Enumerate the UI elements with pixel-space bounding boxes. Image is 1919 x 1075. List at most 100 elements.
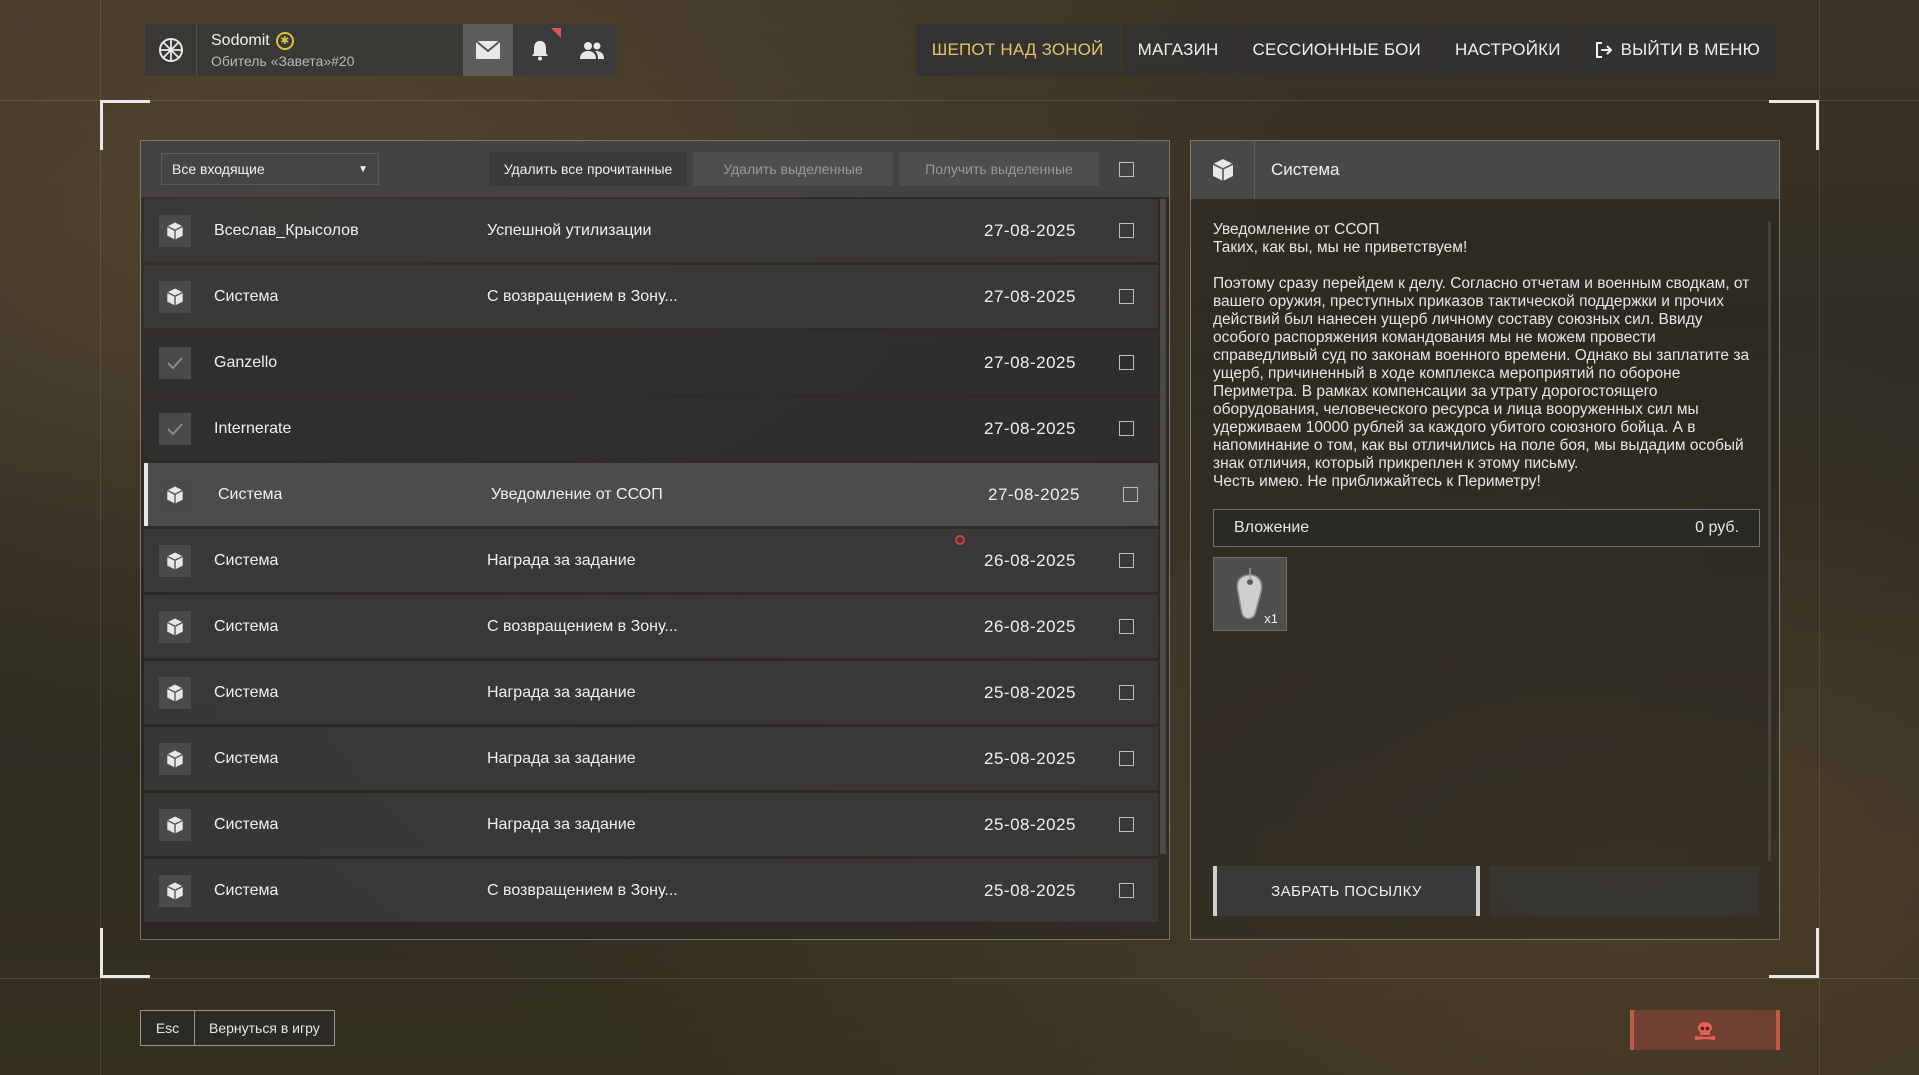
mail-row[interactable]: Система С возвращением в Зону... 27-08-202… [144,265,1158,328]
mail-detail-body: Уведомление от ССОП Таких, как вы, мы не… [1213,221,1761,509]
package-icon [1191,141,1255,199]
mail-row-checkbox[interactable] [1119,355,1134,370]
check-icon [159,413,191,445]
package-icon [159,215,191,247]
report-button[interactable] [1630,1010,1780,1050]
mail-subject: Награда за задание [487,683,636,701]
mail-row-checkbox[interactable] [1119,223,1134,238]
mail-sender: Система [214,881,279,899]
receive-selected-button[interactable]: Получить выделенные [899,152,1099,186]
mail-subject: Уведомление от ССОП [491,485,663,503]
select-all-checkbox[interactable] [1119,162,1134,177]
mail-row[interactable]: Система Уведомление от ССОП 27-08-2025 [144,463,1158,526]
player-name: Sodomit [211,31,270,49]
mail-row[interactable]: Система С возвращением в Зону... 26-08-202… [144,595,1158,658]
mail-detail-text: Поэтому сразу перейдем к делу. Согласно … [1213,275,1750,472]
check-icon [159,347,191,379]
mail-date: 27-08-2025 [988,484,1080,504]
nav-shop[interactable]: МАГАЗИН [1121,24,1235,76]
mail-row-checkbox[interactable] [1119,289,1134,304]
return-to-game-button[interactable]: Esc Вернуться в игру [140,1010,335,1046]
mail-detail-scrollbar[interactable] [1768,221,1771,861]
mail-sender: Система [214,815,279,833]
mail-sender: Система [214,683,279,701]
mail-button[interactable] [463,24,513,76]
esc-key-hint: Esc [141,1011,195,1045]
mail-subject: Успешной утилизации [487,221,652,239]
mail-filter-value: Все входящие [172,161,265,177]
mail-row-checkbox[interactable] [1119,553,1134,568]
mail-date: 27-08-2025 [984,418,1076,438]
main-navigation: ШЕПОТ НАД ЗОНОЙ МАГАЗИН СЕССИОННЫЕ БОИ Н… [915,24,1776,76]
mail-row[interactable]: Всеслав_Крысолов Успешной утилизации 27-08… [144,199,1158,262]
mail-row[interactable]: Система Награда за задание 25-08-2025 [144,661,1158,724]
package-icon [159,611,191,643]
mail-date: 25-08-2025 [984,814,1076,834]
mail-date: 27-08-2025 [984,220,1076,240]
mail-row-checkbox[interactable] [1119,619,1134,634]
delete-read-button[interactable]: Удалить все прочитанные [489,152,687,186]
mail-detail-greeting: Таких, как вы, мы не приветствуем! [1213,239,1468,256]
package-icon [159,809,191,841]
mail-date: 27-08-2025 [984,286,1076,306]
mail-row[interactable]: Ganzello 27-08-2025 [144,331,1158,394]
dropdown-arrow-icon: ▼ [358,163,368,175]
mail-date: 26-08-2025 [984,550,1076,570]
package-icon [159,281,191,313]
mail-row-checkbox[interactable] [1119,883,1134,898]
mail-row-checkbox[interactable] [1119,817,1134,832]
button-placeholder [1490,866,1759,916]
nav-exit-to-menu[interactable]: ВЫЙТИ В МЕНЮ [1578,24,1776,76]
mail-detail-closing: Честь имею. Не приближайтесь к Периметру… [1213,473,1541,490]
cursor-marker [955,535,965,545]
mail-sender: Система [214,551,279,569]
attachment-label: Вложение [1234,519,1310,536]
mail-detail-panel: Система Уведомление от ССОП Таких, как в… [1190,140,1780,940]
mail-sender: Всеслав_Крысолов [214,221,359,239]
nav-session-battles[interactable]: СЕССИОННЫЕ БОИ [1236,24,1437,76]
mail-subject: С возвращением в Зону... [487,617,678,635]
mail-row[interactable]: Система Награда за задание 26-08-2025 [144,529,1158,592]
exit-icon [1595,42,1613,58]
mail-row[interactable]: Internerate 27-08-2025 [144,397,1158,460]
skull-icon [1694,1022,1716,1040]
mail-row-checkbox[interactable] [1119,421,1134,436]
mail-subject: С возвращением в Зону... [487,881,678,899]
mail-date: 27-08-2025 [984,352,1076,372]
package-icon [159,875,191,907]
mail-date: 25-08-2025 [984,880,1076,900]
mail-list-scrollbar[interactable] [1160,199,1166,854]
mail-subject: Награда за задание [487,749,636,767]
mail-subject: Награда за задание [487,815,636,833]
delete-selected-button[interactable]: Удалить выделенные [693,152,893,186]
mail-sender: Система [214,617,279,635]
mail-toolbar: Все входящие ▼ Удалить все прочитанные У… [141,141,1169,197]
mail-row[interactable]: Система Награда за задание 25-08-2025 [144,793,1158,856]
mail-detail-heading: Уведомление от ССОП [1213,221,1380,238]
mail-row[interactable]: Система Награда за задание 25-08-2025 [144,727,1158,790]
claim-package-button[interactable]: ЗАБРАТЬ ПОСЫЛКУ [1213,866,1480,916]
mail-row-checkbox[interactable] [1119,685,1134,700]
mail-sender: Система [218,485,283,503]
mail-subject: С возвращением в Зону... [487,287,678,305]
mail-row-checkbox[interactable] [1123,487,1138,502]
mail-sender: Ganzello [214,353,278,371]
attachment-item-qty: x1 [1264,611,1278,626]
friends-button[interactable] [567,24,617,76]
faction-logo-icon [145,24,197,76]
notification-indicator [551,28,561,38]
package-icon [159,677,191,709]
nav-settings[interactable]: НАСТРОЙКИ [1438,24,1577,76]
mail-row[interactable]: Система С возвращением в Зону... 25-08-202… [144,859,1158,922]
users-icon [580,42,604,59]
attachment-item-slot[interactable]: x1 [1213,557,1287,631]
notifications-button[interactable] [515,24,565,76]
mail-filter-dropdown[interactable]: Все входящие ▼ [161,153,379,185]
player-profile: Sodomit ✱ Обитель «Завета»#20 [145,24,617,76]
mail-row-checkbox[interactable] [1119,751,1134,766]
envelope-icon [475,40,501,59]
nav-whisper-over-zone[interactable]: ШЕПОТ НАД ЗОНОЙ [915,24,1120,76]
mail-sender: Internerate [214,419,292,437]
mail-list: Всеслав_Крысолов Успешной утилизации 27-08… [144,199,1158,925]
package-icon [159,743,191,775]
